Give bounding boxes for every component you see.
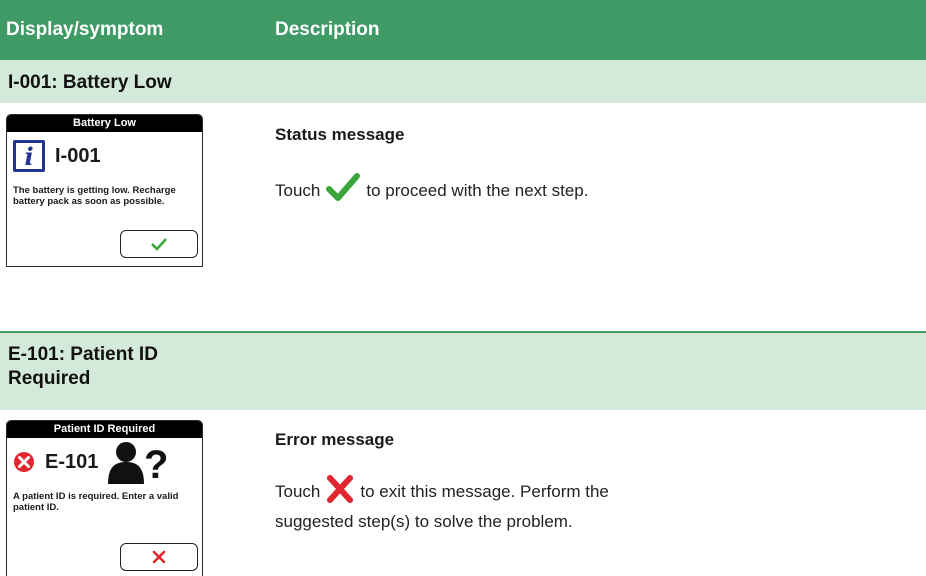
device-message-text: The battery is getting low. Recharge bat… (13, 185, 176, 207)
column-header-description: Description (275, 19, 380, 40)
svg-text:?: ? (144, 443, 168, 484)
section-title-battery-low: I-001: Battery Low (0, 60, 926, 103)
description-text: Touch to exit this message. Perform the s… (275, 475, 635, 534)
device-title-bar: Battery Low (7, 115, 202, 132)
patient-question-icon: ? (108, 442, 169, 484)
description-text-lead: Touch (275, 481, 321, 501)
description-text-rest: to exit this message. Perform the sugges… (275, 481, 609, 531)
section-title-patient-id-required: E-101: Patient ID Required (0, 331, 926, 410)
device-screen-patient-id-required: Patient ID Required E-101 ? A patient ID… (6, 420, 203, 576)
table-header: Display/symptom Description (0, 0, 926, 60)
confirm-button[interactable] (120, 230, 198, 258)
description-text-rest: to proceed with the next step. (366, 180, 589, 200)
cancel-button[interactable] (120, 543, 198, 571)
section-title-text: I-001: Battery Low (8, 72, 172, 93)
info-icon: i (13, 140, 45, 172)
cancel-x-icon (152, 550, 166, 564)
device-code-row: E-101 ? (13, 442, 170, 484)
column-header-display-symptom: Display/symptom (6, 19, 164, 40)
device-message-code: I-001 (55, 144, 101, 167)
device-screen-battery-low: Battery Low i I-001 The battery is getti… (6, 114, 203, 267)
device-title-bar: Patient ID Required (7, 421, 202, 438)
description-heading: Status message (275, 125, 405, 144)
checkmark-icon (151, 238, 167, 251)
device-message-text: A patient ID is required. Enter a valid … (13, 491, 179, 513)
description-text-lead: Touch (275, 180, 321, 200)
device-code-row: i I-001 (13, 139, 101, 173)
error-x-circle-icon (14, 452, 34, 472)
red-x-icon (326, 475, 354, 510)
description-heading: Error message (275, 430, 395, 449)
device-message-code: E-101 (45, 450, 99, 473)
green-checkmark-icon (326, 173, 361, 210)
description-text: Touch to proceed with the next step. (275, 173, 588, 210)
section-title-text: E-101: Patient ID Required (8, 344, 158, 389)
